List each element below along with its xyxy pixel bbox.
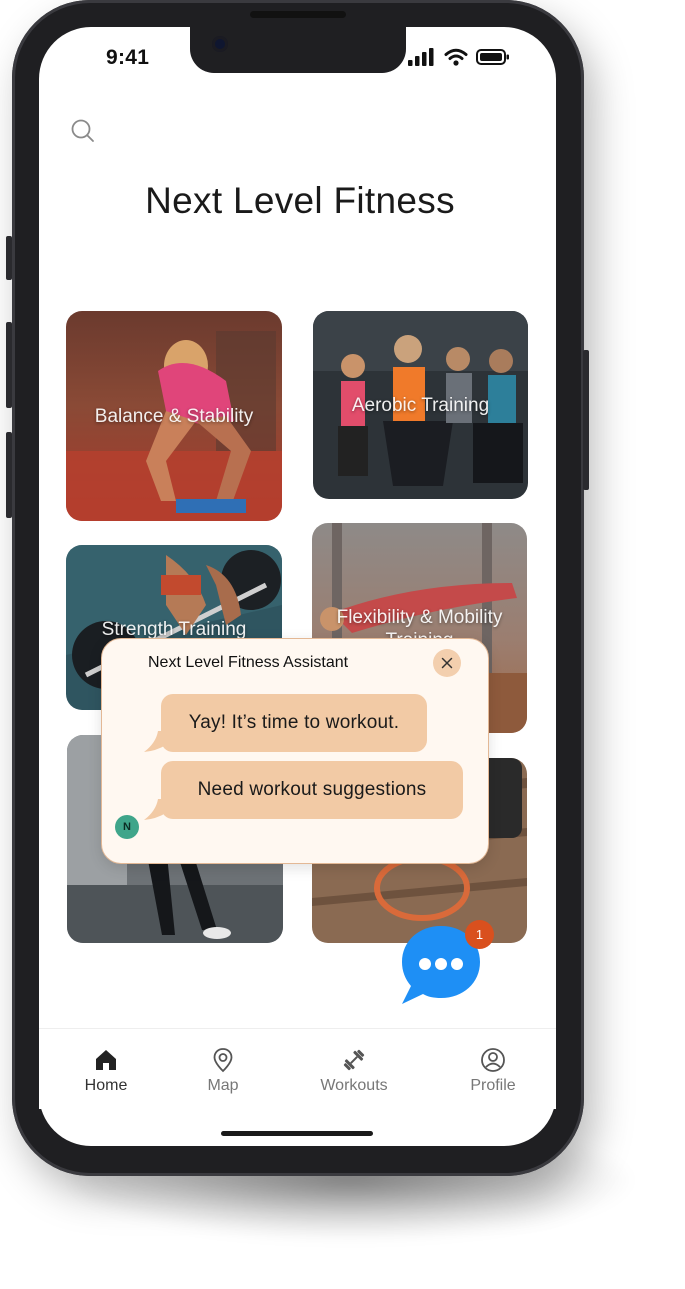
map-pin-icon [213, 1048, 233, 1073]
profile-icon [481, 1048, 505, 1072]
close-icon [441, 657, 453, 669]
volume-up-button [6, 322, 12, 408]
bubble-tail [144, 799, 166, 820]
chat-message: Yay! It’s time to workout. [161, 694, 427, 752]
front-camera [212, 36, 228, 52]
category-tile-balance[interactable]: Balance & Stability [66, 311, 282, 521]
close-button[interactable] [433, 649, 461, 677]
nav-workouts[interactable]: Workouts [309, 1047, 399, 1095]
search-icon[interactable] [70, 118, 96, 144]
assistant-avatar: N [115, 815, 139, 839]
speaker-grille [250, 11, 346, 18]
power-button [583, 350, 589, 490]
notification-badge: 1 [465, 920, 494, 949]
signal-icon [408, 48, 434, 66]
battery-icon [476, 49, 509, 65]
nav-workouts-label: Workouts [320, 1077, 388, 1094]
nav-map[interactable]: Map [178, 1047, 268, 1095]
page-title: Next Level Fitness [145, 180, 455, 221]
home-indicator [221, 1131, 373, 1136]
nav-profile[interactable]: Profile [448, 1047, 538, 1095]
category-label: Balance & Stability [94, 406, 254, 427]
assistant-title: Next Level Fitness Assistant [148, 654, 349, 671]
nav-home-label: Home [84, 1077, 128, 1094]
nav-home[interactable]: Home [61, 1047, 151, 1095]
bottom-nav: Home Map Workouts Profile [39, 1028, 556, 1109]
mute-switch [6, 236, 12, 280]
assistant-popup: Next Level Fitness Assistant Yay! It’s t… [101, 638, 489, 864]
nav-map-label: Map [207, 1077, 239, 1094]
status-time: 9:41 [106, 46, 150, 69]
chat-suggestion[interactable]: Need workout suggestions [161, 761, 463, 819]
category-tile-aerobic[interactable]: Aerobic Training [313, 311, 528, 499]
bubble-tail [144, 731, 166, 752]
home-icon [96, 1050, 116, 1070]
dumbbell-icon [343, 1049, 365, 1071]
nav-profile-label: Profile [470, 1077, 516, 1094]
status-icons [408, 48, 510, 66]
volume-down-button [6, 432, 12, 518]
category-label: Aerobic Training [351, 395, 490, 416]
wifi-icon [444, 48, 468, 66]
